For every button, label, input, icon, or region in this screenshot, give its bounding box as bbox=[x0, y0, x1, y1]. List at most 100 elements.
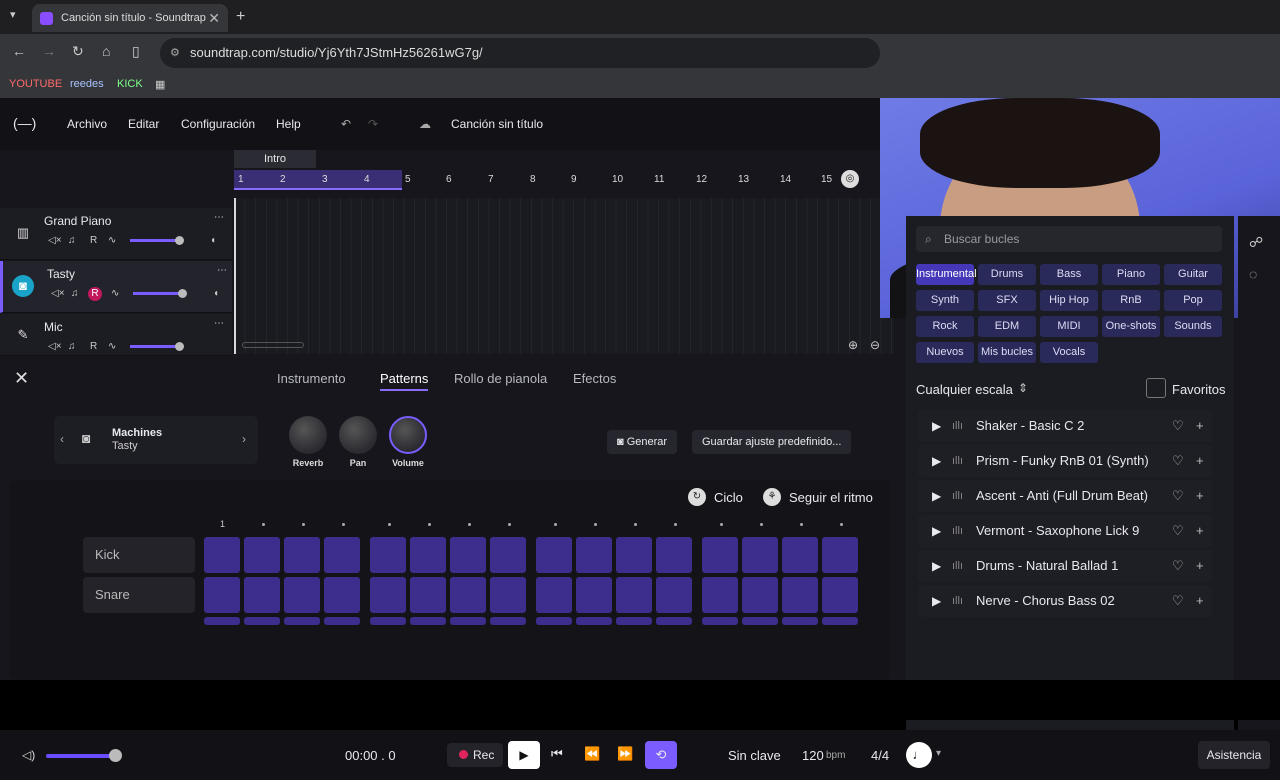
track-menu-icon[interactable]: ⋯ bbox=[214, 318, 224, 329]
save-preset-button[interactable]: Guardar ajuste predefinido... bbox=[692, 430, 852, 454]
loop-item[interactable]: ▶ ıllı Nerve - Chorus Bass 02 ♡ + bbox=[918, 585, 1212, 617]
favorites-label[interactable]: Favoritos bbox=[1172, 382, 1225, 397]
category-chip[interactable]: Pop bbox=[1164, 290, 1222, 311]
zoom-in-icon[interactable]: ⊕ bbox=[848, 338, 858, 352]
sort-icon[interactable]: ⇕ bbox=[1018, 381, 1028, 395]
category-chip[interactable]: Sounds bbox=[1164, 316, 1222, 337]
mute-icon[interactable]: ◁× bbox=[48, 235, 62, 246]
loop-item[interactable]: ▶ ıllı Prism - Funky RnB 01 (Synth) ♡ + bbox=[918, 445, 1212, 477]
horizontal-scrollbar[interactable] bbox=[242, 342, 304, 348]
soundtrap-logo[interactable]: (—) bbox=[13, 115, 36, 131]
step-pad[interactable] bbox=[616, 537, 652, 573]
step-pad[interactable] bbox=[244, 577, 280, 613]
step-pad[interactable] bbox=[324, 537, 360, 573]
side-panel-icon[interactable]: ▯ bbox=[132, 43, 140, 60]
cycle-toggle[interactable]: Ciclo bbox=[714, 490, 743, 505]
track-volume-slider[interactable] bbox=[130, 342, 184, 351]
play-icon[interactable]: ▶ bbox=[932, 550, 941, 582]
fast-forward-icon[interactable]: ⏩ bbox=[617, 746, 633, 762]
play-icon[interactable]: ▶ bbox=[932, 445, 941, 477]
step-pad[interactable] bbox=[702, 617, 738, 625]
back-icon[interactable]: ← bbox=[12, 43, 26, 59]
undo-icon[interactable]: ↶ bbox=[341, 117, 351, 131]
headphones-icon[interactable]: ♫ bbox=[71, 288, 79, 299]
track-menu-icon[interactable]: ⋯ bbox=[217, 265, 227, 276]
step-pad[interactable] bbox=[450, 537, 486, 573]
apps-grid-icon[interactable]: ▦ bbox=[155, 78, 165, 91]
close-tab-icon[interactable]: ✕ bbox=[208, 10, 220, 27]
add-icon[interactable]: + bbox=[1196, 515, 1204, 547]
home-icon[interactable]: ⌂ bbox=[102, 43, 110, 59]
loop-region[interactable] bbox=[234, 170, 402, 190]
step-pad[interactable] bbox=[822, 537, 858, 573]
track-menu-icon[interactable]: ⋯ bbox=[214, 212, 224, 223]
automation-icon[interactable]: ∿ bbox=[111, 288, 119, 299]
loop-item[interactable]: ▶ ıllı Shaker - Basic C 2 ♡ + bbox=[918, 410, 1212, 442]
bookmark-youtube[interactable]: YOUTUBE bbox=[9, 78, 62, 90]
collaborators-icon[interactable]: ☍ bbox=[1249, 234, 1263, 251]
reverb-knob[interactable] bbox=[289, 416, 327, 454]
pan-knob[interactable] bbox=[339, 416, 377, 454]
bookmark-kick[interactable]: KICK bbox=[117, 78, 143, 90]
step-pad[interactable] bbox=[284, 577, 320, 613]
step-pad[interactable] bbox=[370, 537, 406, 573]
add-icon[interactable]: + bbox=[1196, 585, 1204, 617]
step-pad[interactable] bbox=[370, 617, 406, 625]
step-pad[interactable] bbox=[284, 617, 320, 625]
step-pad[interactable] bbox=[324, 577, 360, 613]
loop-toggle-icon[interactable]: ⟲ bbox=[645, 741, 677, 769]
loop-item[interactable]: ▶ ıllı Drums - Natural Ballad 1 ♡ + bbox=[918, 550, 1212, 582]
url-field[interactable]: ⚙ soundtrap.com/studio/Yj6Yth7JStmHz5626… bbox=[160, 38, 880, 68]
reload-icon[interactable]: ↻ bbox=[72, 43, 84, 60]
track-tasty[interactable]: ◙ Tasty ⋯ ◁× ♫ R ∿ ◖ bbox=[0, 261, 232, 313]
record-arm-button[interactable]: R bbox=[90, 341, 97, 352]
step-pad[interactable] bbox=[324, 617, 360, 625]
step-pad[interactable] bbox=[576, 537, 612, 573]
category-chip[interactable]: Hip Hop bbox=[1040, 290, 1098, 311]
headphones-icon[interactable]: ♫ bbox=[68, 235, 76, 246]
step-pad[interactable] bbox=[656, 537, 692, 573]
key-selector[interactable]: Sin clave bbox=[728, 748, 781, 763]
volume-knob[interactable] bbox=[389, 416, 427, 454]
menu-configuracion[interactable]: Configuración bbox=[181, 117, 255, 131]
track-volume-slider[interactable] bbox=[133, 289, 187, 298]
arrangement-grid[interactable]: ⊕ ⊖ bbox=[234, 198, 894, 354]
step-pad[interactable] bbox=[204, 577, 240, 613]
go-to-start-icon[interactable]: ⏮ bbox=[551, 746, 563, 762]
step-pad[interactable] bbox=[490, 577, 526, 613]
song-title[interactable]: Canción sin título bbox=[451, 117, 543, 131]
category-chip[interactable]: One-shots bbox=[1102, 316, 1160, 337]
step-pad[interactable] bbox=[656, 577, 692, 613]
add-icon[interactable]: + bbox=[1196, 550, 1204, 582]
heart-icon[interactable]: ♡ bbox=[1172, 480, 1184, 512]
step-pad[interactable] bbox=[616, 577, 652, 613]
category-chip[interactable]: Mis bucles bbox=[978, 342, 1036, 363]
automation-icon[interactable]: ∿ bbox=[108, 341, 116, 352]
tuner-icon[interactable]: ♩ bbox=[906, 742, 932, 768]
category-chip[interactable]: Guitar bbox=[1164, 264, 1222, 285]
step-pad[interactable] bbox=[536, 577, 572, 613]
play-icon[interactable]: ▶ bbox=[932, 585, 941, 617]
add-icon[interactable]: + bbox=[1196, 480, 1204, 512]
add-icon[interactable]: + bbox=[1196, 410, 1204, 442]
heart-icon[interactable]: ♡ bbox=[1172, 550, 1184, 582]
step-pad[interactable] bbox=[410, 617, 446, 625]
time-signature[interactable]: 4/4 bbox=[871, 748, 889, 763]
cycle-icon[interactable]: ↻ bbox=[688, 488, 706, 506]
play-icon[interactable]: ▶ bbox=[932, 515, 941, 547]
step-pad[interactable] bbox=[782, 617, 818, 625]
category-chip[interactable]: RnB bbox=[1102, 290, 1160, 311]
step-pad[interactable] bbox=[742, 617, 778, 625]
section-marker-intro[interactable]: Intro bbox=[234, 150, 316, 168]
step-pad[interactable] bbox=[370, 577, 406, 613]
play-icon[interactable]: ▶ bbox=[932, 410, 941, 442]
pan-knob[interactable]: ◖ bbox=[213, 288, 219, 299]
heart-icon[interactable]: ♡ bbox=[1172, 445, 1184, 477]
tab-patterns[interactable]: Patterns bbox=[380, 371, 429, 391]
step-pad[interactable] bbox=[656, 617, 692, 625]
play-icon[interactable]: ▶ bbox=[932, 480, 941, 512]
play-button[interactable]: ▶ bbox=[508, 741, 540, 769]
heart-icon[interactable]: ♡ bbox=[1172, 410, 1184, 442]
track-name[interactable]: Tasty bbox=[47, 267, 75, 281]
heart-icon[interactable]: ♡ bbox=[1172, 515, 1184, 547]
